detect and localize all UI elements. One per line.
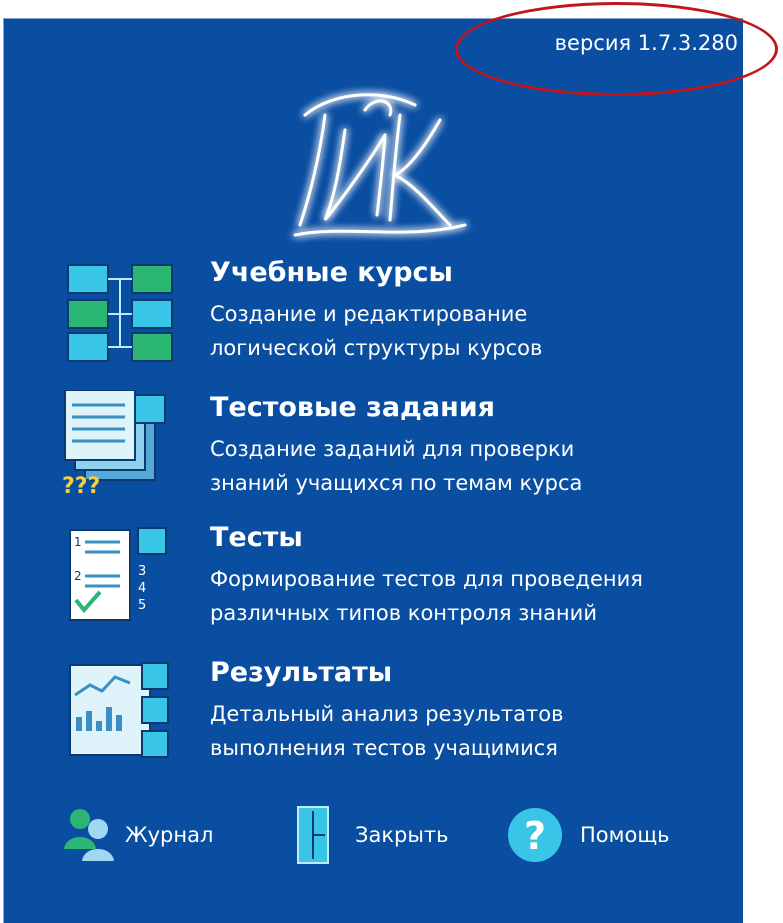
journal-button[interactable]: Журнал <box>60 805 260 865</box>
tests-icon: 1 2 3 4 5 <box>69 527 167 621</box>
users-icon <box>64 809 114 861</box>
journal-label: Журнал <box>125 823 214 847</box>
menu-item-description: Детальный анализ результатов выполнения … <box>210 702 564 760</box>
menu-item-description: Формирование тестов для проведения разли… <box>210 567 643 625</box>
close-label: Закрыть <box>355 823 449 847</box>
help-label: Помощь <box>580 823 670 847</box>
test-tasks-icon: ??? <box>62 390 166 499</box>
menu-item-title: Учебные курсы <box>210 257 453 288</box>
menu-item-title: Тесты <box>210 522 303 553</box>
svg-text:5: 5 <box>138 598 146 613</box>
version-label: версия 1.7.3.280 <box>554 31 738 55</box>
help-icon: ? <box>508 808 562 862</box>
menu-item-tests[interactable]: 1 2 3 4 5 Тесты Формирование тестов для … <box>60 520 720 630</box>
svg-text:2: 2 <box>74 569 82 583</box>
close-button[interactable]: Закрыть <box>290 805 490 865</box>
results-icon <box>69 662 169 758</box>
menu-item-description: Создание заданий для проверки знаний уча… <box>210 437 583 495</box>
menu-item-title: Тестовые задания <box>210 392 495 423</box>
menu-item-description: Создание и редактирование логической стр… <box>210 302 543 360</box>
exit-door-icon <box>297 806 329 864</box>
svg-text:???: ??? <box>62 474 100 499</box>
menu-item-courses[interactable]: Учебные курсы Создание и редактирование … <box>60 255 720 365</box>
svg-text:4: 4 <box>138 581 146 596</box>
menu-item-test-tasks[interactable]: ??? Тестовые задания Создание заданий дл… <box>60 390 720 500</box>
svg-text:?: ? <box>524 814 546 858</box>
menu-item-results[interactable]: Результаты Детальный анализ результатов … <box>60 655 720 765</box>
svg-text:3: 3 <box>138 564 146 579</box>
course-structure-icon <box>67 264 173 362</box>
help-button[interactable]: ? Помощь <box>505 805 705 865</box>
svg-text:1: 1 <box>74 535 82 549</box>
menu-item-title: Результаты <box>210 657 393 688</box>
app-logo <box>293 93 467 237</box>
